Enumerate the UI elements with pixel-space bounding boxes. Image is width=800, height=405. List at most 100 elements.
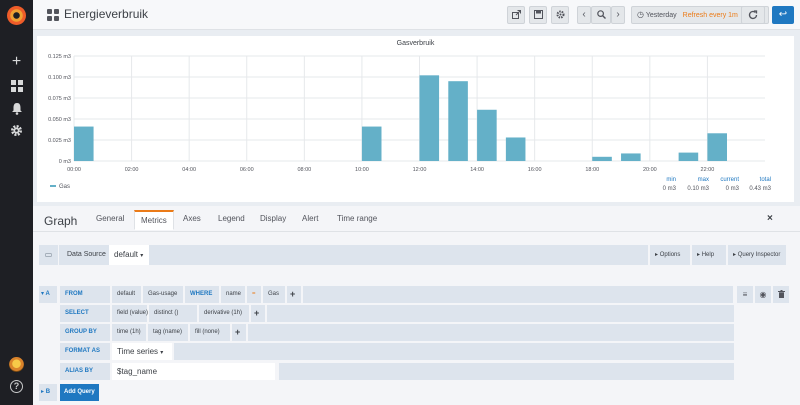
help-button[interactable]: ▸ Help: [690, 245, 726, 265]
zoom-out-button[interactable]: [591, 6, 611, 24]
select-distinct[interactable]: distinct (): [149, 305, 197, 322]
tab-divider: [33, 231, 800, 232]
select-label: SELECT: [60, 305, 110, 322]
time-range-label: Yesterday: [645, 12, 677, 19]
graph-panel: Gasverbruik 0 m3 0.025 m3 0.050 m3 0.075 m3…: [37, 36, 794, 202]
where-key[interactable]: name: [221, 286, 245, 303]
bar-gas: [419, 75, 440, 161]
datasource-select[interactable]: default ▾: [109, 245, 149, 265]
legend-header-current[interactable]: current: [709, 177, 739, 183]
query-inspector-button[interactable]: ▸ Query Inspector: [726, 245, 786, 265]
format-label: FORMAT AS: [60, 343, 110, 360]
options-button[interactable]: ▸ Options: [648, 245, 690, 265]
groupby-row-filler: [248, 324, 734, 341]
tab-metrics[interactable]: Metrics: [134, 210, 174, 230]
panel-editor: Graph General Metrics Axes Legend Displa…: [33, 206, 800, 405]
close-editor-icon[interactable]: ×: [767, 213, 773, 224]
legend-header-max[interactable]: max: [679, 177, 709, 183]
query-a-toggle[interactable]: ▾ A: [39, 286, 57, 303]
select-field[interactable]: field (value): [112, 305, 148, 322]
tab-legend[interactable]: Legend: [218, 214, 245, 223]
y-tick-label: 0.075 m3: [48, 96, 71, 102]
x-tick-label: 16:00: [528, 167, 542, 173]
database-icon: ▭: [39, 245, 59, 265]
y-tick-label: 0.100 m3: [48, 75, 71, 81]
menu-icon[interactable]: ≡: [737, 286, 753, 303]
x-tick-label: 04:00: [182, 167, 196, 173]
editor-title: Graph: [44, 214, 78, 228]
grafana-logo-icon[interactable]: [7, 6, 26, 25]
legend-value-max: 0.10 m3: [687, 186, 709, 192]
tab-time-range[interactable]: Time range: [337, 214, 377, 223]
y-tick-label: 0.125 m3: [48, 54, 71, 60]
bell-icon[interactable]: [0, 100, 33, 119]
refresh-button[interactable]: [741, 6, 765, 24]
legend-header-total[interactable]: total: [741, 177, 771, 183]
legend-value-current: 0 m3: [725, 186, 739, 192]
format-row-filler: [174, 343, 734, 360]
x-tick-label: 06:00: [240, 167, 254, 173]
y-tick-label: 0.025 m3: [48, 138, 71, 144]
x-tick-label: 00:00: [67, 167, 81, 173]
chevron-right-icon[interactable]: ›: [611, 6, 625, 24]
tab-alert[interactable]: Alert: [302, 214, 318, 223]
share-button[interactable]: [507, 6, 525, 24]
format-select[interactable]: Time series ▾: [112, 343, 172, 360]
dashboards-icon[interactable]: [0, 78, 33, 96]
legend-value-total: 0.43 m3: [749, 186, 771, 192]
groupby-time[interactable]: time (1h): [112, 324, 146, 341]
tab-axes[interactable]: Axes: [183, 214, 201, 223]
user-avatar[interactable]: [9, 357, 24, 372]
groupby-tag[interactable]: tag (name): [148, 324, 188, 341]
trash-icon[interactable]: [773, 286, 789, 303]
from-measurement[interactable]: Gas-usage: [143, 286, 183, 303]
bar-gas: [678, 152, 699, 161]
where-value[interactable]: Gas: [263, 286, 285, 303]
groupby-fill[interactable]: fill (none): [190, 324, 230, 341]
clock-icon: ◷: [637, 10, 644, 19]
settings-button[interactable]: [551, 6, 569, 24]
x-tick-label: 20:00: [643, 167, 657, 173]
alias-row-filler: [279, 363, 734, 380]
bar-gas: [505, 137, 526, 161]
add-select-plus-icon[interactable]: +: [251, 305, 265, 322]
select-row-filler: [267, 305, 734, 322]
legend-label: Gas: [59, 184, 71, 190]
add-groupby-plus-icon[interactable]: +: [232, 324, 246, 341]
legend-entry-gas[interactable]: Gas: [50, 184, 70, 190]
add-where-plus-icon[interactable]: +: [287, 286, 301, 303]
legend-value-min: 0 m3: [662, 186, 676, 192]
tab-general[interactable]: General: [96, 214, 124, 223]
help-icon[interactable]: ?: [10, 380, 23, 393]
x-tick-label: 12:00: [413, 167, 427, 173]
x-tick-label: 22:00: [701, 167, 715, 173]
refresh-interval-label: Refresh every 1m: [682, 12, 738, 19]
dashboard-grid-icon[interactable]: [47, 9, 59, 21]
chevron-left-icon[interactable]: ‹: [577, 6, 591, 24]
bar-gas: [621, 153, 641, 161]
back-to-dashboard-button[interactable]: ↩: [772, 6, 794, 24]
gear-icon[interactable]: [0, 123, 33, 141]
add-query-button[interactable]: Add Query: [60, 384, 99, 401]
alias-input[interactable]: $tag_name: [112, 363, 275, 380]
x-tick-label: 18:00: [585, 167, 599, 173]
sidebar: + ?: [0, 0, 33, 405]
where-operator[interactable]: =: [247, 286, 261, 303]
eye-icon[interactable]: ◉: [755, 286, 771, 303]
query-b-toggle[interactable]: ▸ B: [39, 384, 57, 401]
navbar: Energieverbruik ‹ › ◷ Yesterday Refresh …: [33, 0, 800, 30]
select-derivative[interactable]: derivative (1h): [199, 305, 249, 322]
plus-icon[interactable]: +: [0, 54, 33, 70]
alias-label: ALIAS BY: [60, 363, 110, 380]
from-policy[interactable]: default: [112, 286, 141, 303]
groupby-label: GROUP BY: [60, 324, 110, 341]
datasource-row: ▭ Data Source default ▾ ▸ Options ▸ Help…: [39, 245, 786, 265]
tab-display[interactable]: Display: [260, 214, 286, 223]
bar-gas: [361, 126, 382, 161]
y-tick-label: 0.050 m3: [48, 117, 71, 123]
save-button[interactable]: [529, 6, 547, 24]
from-row-filler: [303, 286, 733, 303]
legend-swatch: [50, 185, 56, 188]
dashboard-title[interactable]: Energieverbruik: [64, 7, 148, 21]
legend-header-min[interactable]: min: [646, 177, 676, 183]
